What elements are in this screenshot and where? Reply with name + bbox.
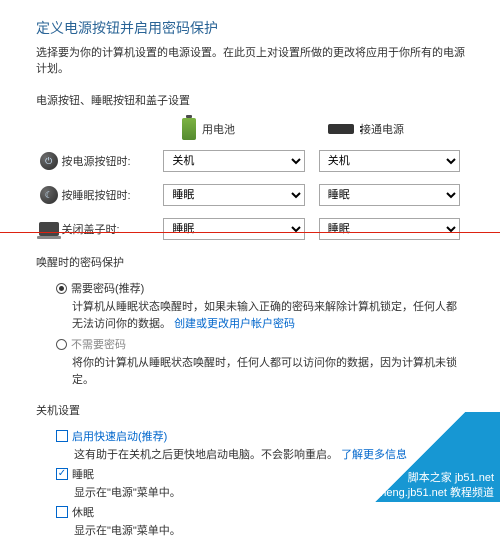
sleep-button-battery-select[interactable]: 睡眠 — [163, 184, 304, 206]
power-button-plugged-select[interactable]: 关机 — [319, 150, 460, 172]
create-change-password-link[interactable]: 创建或更改用户帐户密码 — [174, 318, 295, 330]
power-button-icon: ⏻ — [40, 152, 58, 170]
power-columns-header: 用电池 接通电源 — [36, 118, 474, 140]
plugged-label: 接通电源 — [360, 121, 404, 137]
no-password-label: 不需要密码 — [71, 336, 126, 352]
row-close-lid: 关闭盖子时: 睡眠 睡眠 — [36, 218, 474, 240]
sleep-button-label: 按睡眠按钮时: — [61, 187, 163, 203]
checkbox-icon: ✓ — [56, 468, 68, 480]
battery-icon — [182, 118, 196, 140]
checkbox-icon — [56, 430, 68, 442]
radio-require-password[interactable]: 需要密码(推荐) — [56, 280, 474, 296]
row-power-button: ⏻ 按电源按钮时: 关机 关机 — [36, 150, 474, 172]
watermark-corner: 脚本之家 jb51.net jiaocheng.jb51.net 教程频道 — [350, 412, 500, 502]
buttons-lid-heading: 电源按钮、睡眠按钮和盖子设置 — [36, 92, 474, 108]
sleep-checkbox-label: 睡眠 — [72, 466, 94, 482]
close-lid-plugged-select[interactable]: 睡眠 — [319, 218, 460, 240]
page-subtitle: 选择要为你的计算机设置的电源设置。在此页上对设置所做的更改将应用于你所有的电源计… — [36, 44, 474, 76]
power-button-label: 按电源按钮时: — [61, 153, 163, 169]
hibernate-desc: 显示在"电源"菜单中。 — [74, 522, 460, 538]
battery-label: 用电池 — [202, 121, 235, 137]
sleep-button-icon: ☾ — [40, 186, 58, 204]
close-lid-battery-select[interactable]: 睡眠 — [163, 218, 304, 240]
radio-icon — [56, 283, 67, 294]
row-sleep-button: ☾ 按睡眠按钮时: 睡眠 睡眠 — [36, 184, 474, 206]
power-button-battery-select[interactable]: 关机 — [163, 150, 304, 172]
close-lid-label: 关闭盖子时: — [61, 221, 163, 237]
watermark-text: 脚本之家 jb51.net jiaocheng.jb51.net 教程频道 — [358, 471, 494, 500]
wake-password-heading: 唤醒时的密码保护 — [36, 254, 474, 270]
laptop-lid-icon — [39, 222, 59, 236]
radio-icon — [56, 339, 67, 350]
sleep-button-plugged-select[interactable]: 睡眠 — [319, 184, 460, 206]
no-password-desc: 将你的计算机从睡眠状态唤醒时，任何人都可以访问你的数据，因为计算机未锁定。 — [72, 355, 460, 388]
require-password-label: 需要密码(推荐) — [71, 280, 144, 296]
hibernate-checkbox-label: 休眠 — [72, 504, 94, 520]
page-title: 定义电源按钮并启用密码保护 — [36, 18, 474, 38]
checkbox-hibernate[interactable]: 休眠 — [56, 504, 474, 520]
radio-no-password[interactable]: 不需要密码 — [56, 336, 474, 352]
fast-startup-label: 启用快速启动(推荐) — [72, 428, 167, 444]
checkbox-icon — [56, 506, 68, 518]
plug-icon — [328, 124, 354, 134]
require-password-desc: 计算机从睡眠状态唤醒时，如果未输入正确的密码来解除计算机锁定，任何人都无法访问你… — [72, 299, 460, 332]
